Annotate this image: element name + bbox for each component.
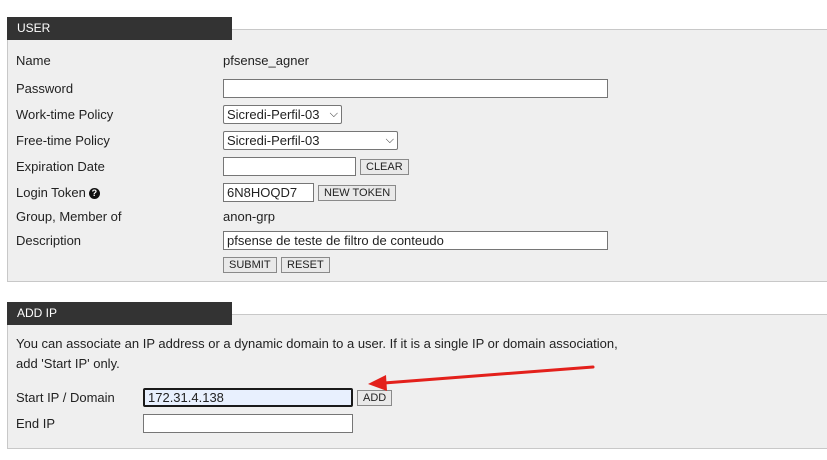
red-arrow-icon	[368, 365, 595, 391]
